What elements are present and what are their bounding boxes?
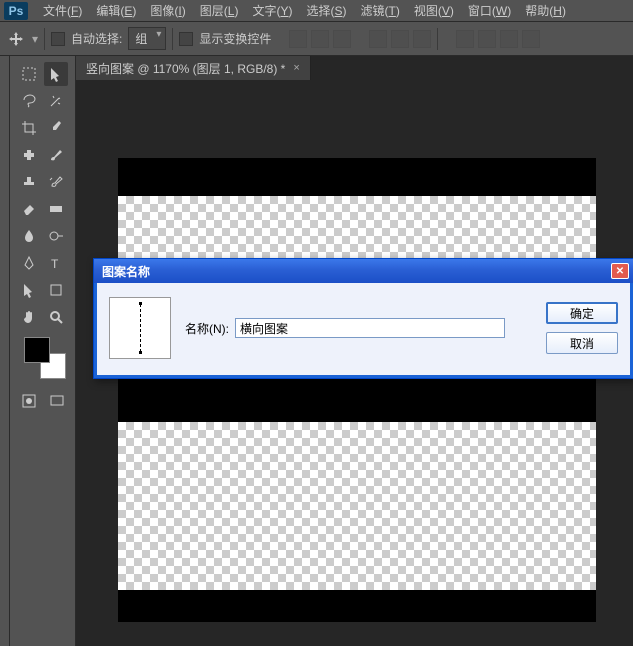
tool-panel: T [10, 56, 76, 646]
marquee-tool[interactable] [17, 62, 41, 86]
app-logo: Ps [4, 2, 28, 20]
close-button[interactable]: ✕ [611, 263, 629, 279]
menu-image[interactable]: 图像(I) [143, 0, 192, 21]
align-icon[interactable] [391, 30, 409, 48]
align-icon[interactable] [311, 30, 329, 48]
menu-window[interactable]: 窗口(W) [461, 0, 518, 21]
dialog-title: 图案名称 [102, 263, 611, 280]
gradient-tool[interactable] [44, 197, 68, 221]
menu-filter[interactable]: 滤镜(T) [354, 0, 407, 21]
align-group-1 [289, 30, 351, 48]
path-select-tool[interactable] [17, 278, 41, 302]
svg-text:T: T [51, 257, 59, 270]
align-icon[interactable] [500, 30, 518, 48]
pattern-preview [109, 297, 171, 359]
zoom-tool[interactable] [44, 305, 68, 329]
quickmask-tool[interactable] [17, 389, 41, 413]
dialog-titlebar[interactable]: 图案名称 ✕ [94, 259, 633, 283]
dialog-body: 名称(N): 确定 取消 [94, 283, 633, 378]
align-icon[interactable] [333, 30, 351, 48]
group-dropdown[interactable]: 组 [128, 27, 166, 50]
lasso-tool[interactable] [17, 89, 41, 113]
move-tool-icon [6, 29, 26, 49]
menu-type[interactable]: 文字(Y) [245, 0, 299, 21]
tab-title: 竖向图案 @ 1170% (图层 1, RGB/8) * [86, 60, 285, 77]
auto-select-checkbox[interactable] [51, 32, 65, 46]
healing-tool[interactable] [17, 143, 41, 167]
panel-strip [0, 56, 10, 646]
align-icon[interactable] [289, 30, 307, 48]
name-label: 名称(N): [185, 320, 229, 337]
move-tool[interactable] [44, 62, 68, 86]
name-input[interactable] [235, 318, 505, 338]
show-transform-label: 显示变换控件 [199, 30, 271, 47]
menubar: Ps 文件(F) 编辑(E) 图像(I) 图层(L) 文字(Y) 选择(S) 滤… [0, 0, 633, 22]
color-swatches[interactable] [24, 337, 66, 379]
align-icon[interactable] [478, 30, 496, 48]
divider [172, 28, 173, 50]
pattern-name-dialog: 图案名称 ✕ 名称(N): 确定 取消 [93, 258, 633, 379]
stamp-tool[interactable] [17, 170, 41, 194]
screenmode-tool[interactable] [45, 389, 69, 413]
canvas-stripe [118, 378, 596, 422]
type-tool[interactable]: T [44, 251, 68, 275]
divider [44, 28, 45, 50]
eyedropper-tool[interactable] [44, 116, 68, 140]
magic-wand-tool[interactable] [44, 89, 68, 113]
foreground-color[interactable] [24, 337, 50, 363]
canvas-stripe [118, 590, 596, 622]
menu-select[interactable]: 选择(S) [299, 0, 353, 21]
align-icon[interactable] [369, 30, 387, 48]
align-icon[interactable] [522, 30, 540, 48]
menu-help[interactable]: 帮助(H) [518, 0, 573, 21]
divider [437, 28, 438, 50]
document-tab[interactable]: 竖向图案 @ 1170% (图层 1, RGB/8) * × [76, 56, 311, 80]
options-bar: ▾ 自动选择: 组 显示变换控件 [0, 22, 633, 56]
cancel-button[interactable]: 取消 [546, 332, 618, 354]
close-icon[interactable]: × [293, 62, 299, 74]
menu-edit[interactable]: 编辑(E) [89, 0, 143, 21]
menu-file[interactable]: 文件(F) [36, 0, 89, 21]
hand-tool[interactable] [17, 305, 41, 329]
crop-tool[interactable] [17, 116, 41, 140]
canvas-stripe [118, 158, 596, 196]
shape-tool[interactable] [44, 278, 68, 302]
history-brush-tool[interactable] [44, 170, 68, 194]
pen-tool[interactable] [17, 251, 41, 275]
ok-button[interactable]: 确定 [546, 302, 618, 324]
blur-tool[interactable] [17, 224, 41, 248]
canvas-checker [118, 422, 596, 590]
show-transform-checkbox[interactable] [179, 32, 193, 46]
menu-view[interactable]: 视图(V) [407, 0, 461, 21]
brush-tool[interactable] [44, 143, 68, 167]
auto-select-label: 自动选择: [71, 30, 122, 47]
menu-layer[interactable]: 图层(L) [193, 0, 246, 21]
eraser-tool[interactable] [17, 197, 41, 221]
distribute-group [456, 30, 540, 48]
dodge-tool[interactable] [44, 224, 68, 248]
align-icon[interactable] [413, 30, 431, 48]
align-icon[interactable] [456, 30, 474, 48]
align-group-2 [369, 30, 431, 48]
